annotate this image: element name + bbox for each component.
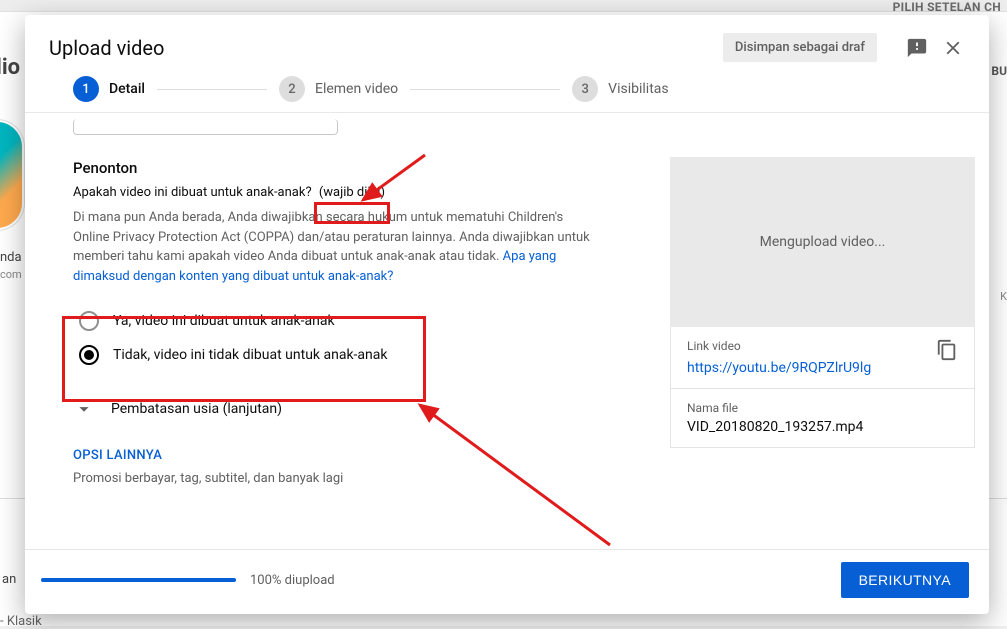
- step-visibility[interactable]: 3 Visibilitas: [572, 76, 668, 102]
- bg-text: an: [2, 572, 16, 587]
- draft-status-chip: Disimpan sebagai draf: [723, 33, 877, 62]
- bg-text: K: [1000, 290, 1007, 303]
- radio-icon: [79, 345, 99, 365]
- step-number: 2: [279, 76, 305, 102]
- video-link-row: Link video https://youtu.be/9RQPZlrU9lg: [670, 327, 975, 389]
- stepper: 1 Detail 2 Elemen video 3 Visibilitas: [25, 76, 989, 112]
- age-restriction-label: Pembatasan usia (lanjutan): [111, 401, 282, 417]
- step-label: Detail: [109, 81, 145, 97]
- feedback-icon[interactable]: [905, 36, 929, 60]
- dialog-header: Upload video Disimpan sebagai draf: [25, 15, 989, 76]
- step-label: Elemen video: [315, 81, 398, 97]
- radio-made-for-kids-yes[interactable]: Ya, video ini dibuat untuk anak-anak: [75, 304, 638, 338]
- more-options-link[interactable]: OPSI LAINNYA: [73, 448, 644, 463]
- next-button[interactable]: BERIKUTNYA: [841, 562, 969, 598]
- bg-text: lio: [0, 55, 20, 80]
- radio-label: Tidak, video ini tidak dibuat untuk anak…: [113, 347, 387, 363]
- step-number: 3: [572, 76, 598, 102]
- bg-text: BU: [991, 64, 1007, 78]
- avatar: [0, 120, 24, 230]
- copy-link-button[interactable]: [936, 339, 958, 365]
- required-label: (wajib diisi): [315, 185, 389, 200]
- upload-progress-text: 100% diupload: [250, 573, 335, 588]
- upload-progress-bar: [41, 578, 236, 582]
- audience-question-text: Apakah video ini dibuat untuk anak-anak?: [73, 185, 315, 200]
- upload-status-text: Mengupload video...: [760, 234, 886, 250]
- bg-text: PILIH SETELAN CH: [893, 0, 1001, 14]
- truncated-field[interactable]: [73, 119, 338, 135]
- radio-label: Ya, video ini dibuat untuk anak-anak: [113, 313, 335, 329]
- audience-radio-group: Ya, video ini dibuat untuk anak-anak Tid…: [73, 298, 644, 382]
- audience-description: Di mana pun Anda berada, Anda diwajibkan…: [73, 208, 598, 286]
- video-preview: Mengupload video...: [670, 157, 975, 327]
- step-number: 1: [73, 76, 99, 102]
- radio-made-for-kids-no[interactable]: Tidak, video ini tidak dibuat untuk anak…: [75, 338, 638, 372]
- bg-text: com: [0, 268, 22, 281]
- bg-text: - Klasik: [0, 614, 42, 629]
- upload-video-dialog: Upload video Disimpan sebagai draf 1 Det…: [25, 15, 989, 614]
- dialog-title: Upload video: [49, 36, 723, 60]
- age-restriction-expander[interactable]: Pembatasan usia (lanjutan): [73, 398, 644, 420]
- video-link-label: Link video: [687, 339, 926, 353]
- radio-icon: [79, 311, 99, 331]
- filename-label: Nama file: [687, 401, 958, 415]
- more-options-subtitle: Promosi berbayar, tag, subtitel, dan ban…: [73, 471, 644, 486]
- close-icon[interactable]: [941, 36, 965, 60]
- filename-row: Nama file VID_20180820_193257.mp4: [670, 389, 975, 448]
- bg-text: nda: [0, 250, 22, 265]
- chevron-down-icon: [73, 398, 95, 420]
- audience-heading: Penonton: [73, 159, 644, 177]
- step-label: Visibilitas: [608, 81, 668, 97]
- dialog-footer: 100% diupload BERIKUTNYA: [25, 549, 989, 614]
- video-link[interactable]: https://youtu.be/9RQPZlrU9lg: [687, 360, 871, 376]
- filename-value: VID_20180820_193257.mp4: [687, 419, 958, 435]
- audience-question: Apakah video ini dibuat untuk anak-anak?…: [73, 185, 644, 200]
- step-detail[interactable]: 1 Detail: [73, 76, 145, 102]
- step-video-elements[interactable]: 2 Elemen video: [279, 76, 398, 102]
